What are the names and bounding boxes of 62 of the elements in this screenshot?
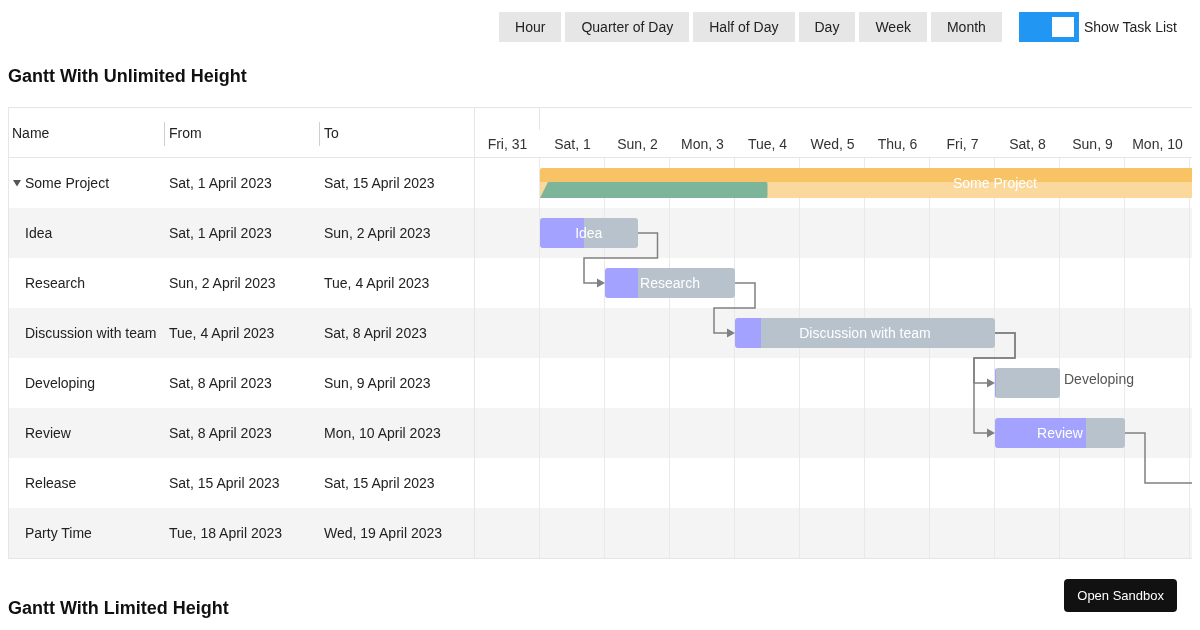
day-label: Tue, 4 bbox=[746, 135, 789, 152]
task-row[interactable]: Review Sat, 8 April 2023 Mon, 10 April 2023 bbox=[9, 408, 474, 458]
bar-label: Developing bbox=[1064, 370, 1135, 389]
day-label: Thu, 6 bbox=[876, 135, 919, 152]
end-date-cell-text: Sun, 2 April 2023 bbox=[323, 224, 432, 243]
view-mode-button[interactable]: Half of Day bbox=[693, 12, 795, 42]
toggle-label: Show Task List bbox=[1083, 19, 1177, 35]
day-label: Mon, 3 bbox=[680, 135, 725, 152]
day-label: Sun, 9 bbox=[1071, 135, 1114, 152]
end-date-cell-text: Sat, 8 April 2023 bbox=[323, 324, 428, 343]
bar-label: Idea bbox=[575, 225, 603, 241]
view-mode-button[interactable]: Month bbox=[930, 12, 1002, 42]
day-label: Sat, 1 bbox=[553, 135, 592, 152]
dependency-arrow bbox=[713, 282, 756, 338]
view-mode-button[interactable]: Day bbox=[798, 12, 856, 42]
day-label: Sat, 8 bbox=[1008, 135, 1047, 152]
day-label: Fri, 31 bbox=[486, 135, 529, 152]
caret-icon[interactable] bbox=[13, 179, 21, 187]
bar-label: Research bbox=[640, 275, 700, 291]
start-date-cell-text: Sun, 2 April 2023 bbox=[168, 274, 277, 293]
task-name: Some Project bbox=[25, 175, 110, 191]
task-name: Discussion with team bbox=[25, 325, 157, 341]
task-name: Research bbox=[25, 275, 85, 291]
task-name: Release bbox=[25, 475, 77, 491]
section-title: Gantt With Unlimited Height bbox=[8, 66, 248, 87]
view-mode-button[interactable]: Hour bbox=[499, 12, 562, 42]
task-name: Party Time bbox=[25, 525, 92, 541]
end-date-cell-text: Sun, 9 April 2023 bbox=[323, 374, 432, 393]
end-date-cell-text: Tue, 4 April 2023 bbox=[323, 274, 431, 293]
bar-label: Some Project bbox=[953, 175, 1037, 191]
day-label: Mon, 10 bbox=[1131, 135, 1184, 152]
section-title: Gantt With Limited Height bbox=[8, 598, 229, 619]
start-date-cell-text: Tue, 4 April 2023 bbox=[168, 324, 276, 343]
toggle-switch[interactable] bbox=[1018, 12, 1079, 42]
start-date-cell-text: Sat, 1 April 2023 bbox=[168, 174, 273, 193]
bar-label: Review bbox=[1037, 425, 1083, 441]
task-row[interactable]: Discussion with team Tue, 4 April 2023 Sat, 8 April 2023 bbox=[9, 308, 474, 358]
end-date-cell-text: Sat, 15 April 2023 bbox=[323, 174, 436, 193]
view-mode-button[interactable]: Quarter of Day bbox=[565, 12, 690, 42]
start-date-cell-text: Sat, 8 April 2023 bbox=[168, 424, 273, 443]
column-header: From bbox=[164, 108, 319, 157]
day-label: Fri, 7 bbox=[945, 135, 980, 152]
task-name: Review bbox=[25, 425, 71, 441]
day-label: Sun, 2 bbox=[616, 135, 659, 152]
task-row[interactable]: Party Time Tue, 18 April 2023 Wed, 19 April 2023 bbox=[9, 508, 474, 558]
day-label: Wed, 5 bbox=[809, 135, 856, 152]
bar-label: Discussion with team bbox=[799, 325, 931, 341]
column-header: Name bbox=[11, 123, 51, 143]
start-date-cell-text: Sat, 1 April 2023 bbox=[168, 224, 273, 243]
end-date-cell-text: Mon, 10 April 2023 bbox=[323, 424, 442, 443]
open-sandbox-button[interactable]: Open Sandbox bbox=[1064, 579, 1177, 612]
start-date-cell-text: Sat, 15 April 2023 bbox=[168, 474, 281, 493]
start-date-cell-text: Tue, 18 April 2023 bbox=[168, 524, 284, 543]
task-name: Developing bbox=[25, 375, 96, 391]
task-row[interactable]: Idea Sat, 1 April 2023 Sun, 2 April 2023 bbox=[9, 208, 474, 258]
view-mode-button[interactable]: Week bbox=[859, 12, 927, 42]
start-date-cell-text: Sat, 8 April 2023 bbox=[168, 374, 273, 393]
column-header: To bbox=[319, 108, 474, 157]
end-date-cell-text: Sat, 15 April 2023 bbox=[323, 474, 436, 493]
task-name: Idea bbox=[25, 225, 53, 241]
connector-line bbox=[1124, 432, 1192, 484]
end-date-cell-text: Wed, 19 April 2023 bbox=[323, 524, 444, 543]
